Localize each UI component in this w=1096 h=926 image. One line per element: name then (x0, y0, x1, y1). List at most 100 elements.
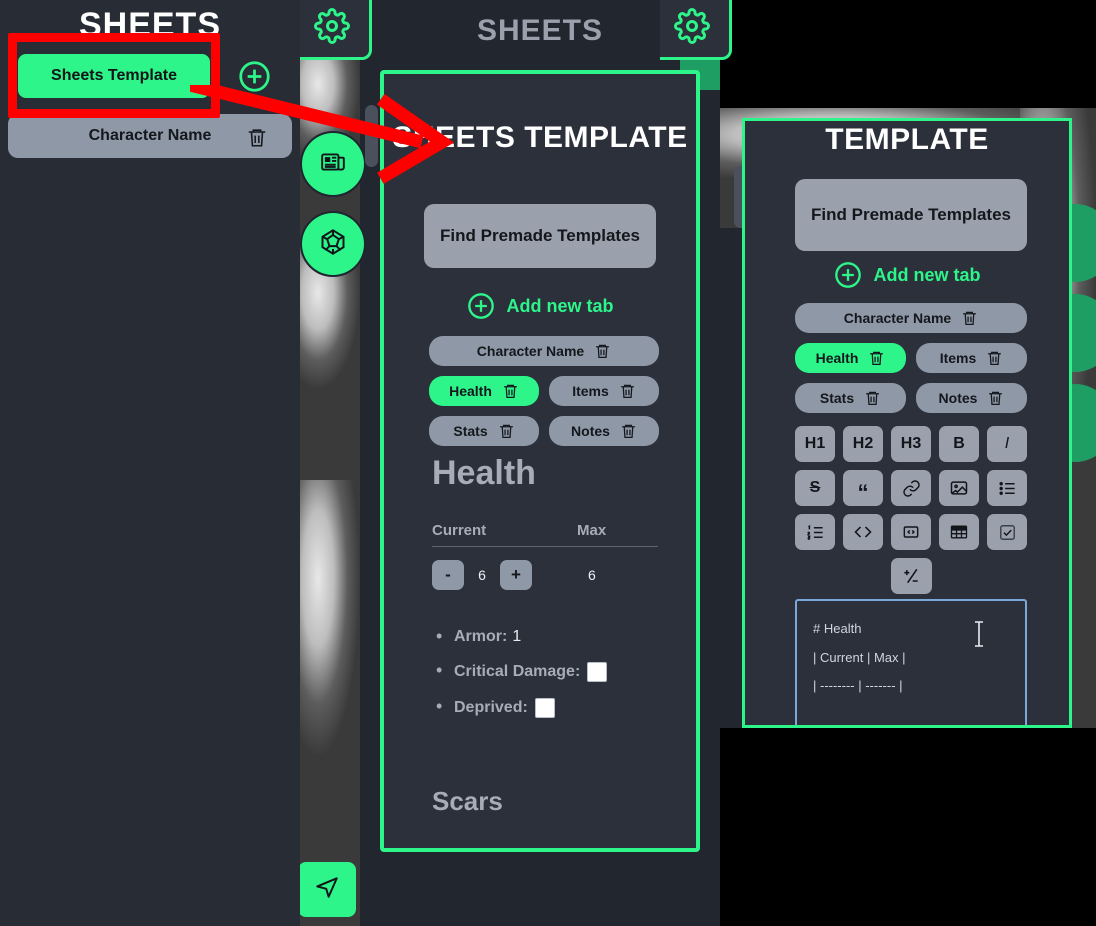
tab-label: Character Name (843, 310, 952, 326)
sheet-tab-stats[interactable]: Stats (795, 383, 906, 413)
attribute-label: Deprived (454, 699, 523, 716)
checkbox[interactable] (534, 698, 555, 718)
markdown-editor[interactable]: # Health | Current | Max | | -------- | … (795, 599, 1027, 725)
checkbox-icon[interactable] (987, 514, 1027, 550)
letterbox-top (720, 0, 1096, 108)
trash-icon[interactable] (961, 309, 978, 327)
tab-label: Stats (453, 423, 488, 439)
tab-list: Character Name Health Items Stats Notes (429, 336, 659, 456)
sheets-template-button[interactable]: Sheets Template (18, 54, 210, 98)
dice-nav-button[interactable] (302, 213, 364, 275)
right-sheet-card: TEMPLATE Find Premade Templates Add new … (742, 118, 1072, 728)
gear-icon[interactable] (674, 8, 710, 49)
toolbar-row (795, 514, 1027, 550)
editor-line: | -------- | ------- | (813, 678, 903, 694)
markdown-toolbar: H1 H2 H3 B I S “ (795, 426, 1027, 602)
background-photo (300, 480, 360, 926)
section-heading: Health (432, 454, 536, 492)
table-body-row: - 6 + 6 (432, 560, 658, 590)
current-value: 6 (478, 567, 486, 583)
sheet-tab-items[interactable]: Items (549, 376, 659, 406)
toolbar-row: S “ (795, 470, 1027, 506)
sheet-tab-health[interactable]: Health (795, 343, 906, 373)
send-icon (314, 874, 340, 905)
right-sheet-title: TEMPLATE (825, 123, 989, 156)
column-header-max: Max (577, 522, 607, 539)
sheet-tab-notes[interactable]: Notes (916, 383, 1027, 413)
image-icon[interactable] (939, 470, 979, 506)
plus-circle-icon (467, 292, 495, 320)
tab-label: Items (939, 350, 977, 366)
red-arrow (190, 85, 455, 184)
trash-icon[interactable] (868, 349, 885, 367)
sheet-tab-notes[interactable]: Notes (549, 416, 659, 446)
find-premade-templates-button[interactable]: Find Premade Templates (424, 204, 656, 268)
bold-icon[interactable]: B (939, 426, 979, 462)
text-cursor-icon (972, 620, 986, 648)
right-preview-column: TEMPLATE Find Premade Templates Add new … (720, 108, 1096, 728)
heading-2-icon[interactable]: H2 (843, 426, 883, 462)
settings-card[interactable] (660, 0, 732, 60)
add-new-tab-label: Add new tab (506, 295, 614, 316)
health-table: Current Max - 6 + 6 (432, 522, 658, 590)
send-button[interactable] (300, 862, 356, 917)
checkbox[interactable] (587, 662, 608, 682)
italic-icon[interactable]: I (987, 426, 1027, 462)
gear-icon[interactable] (314, 8, 350, 49)
table-header-row: Current Max (432, 522, 658, 547)
tab-label: Health (449, 383, 492, 399)
app-screenshot: SHEETS SHEETS TEMPLATE Find Premade Temp… (0, 0, 1096, 926)
list-item: Deprived: (432, 696, 672, 718)
tab-label: Health (815, 350, 859, 366)
sheet-tab-items[interactable]: Items (916, 343, 1027, 373)
sheet-tab-stats[interactable]: Stats (429, 416, 539, 446)
heading-1-icon[interactable]: H1 (795, 426, 835, 462)
trash-icon[interactable] (987, 389, 1004, 407)
column-header-current: Current (432, 522, 487, 539)
attribute-list: Armor: 1 Critical Damage: Deprived: (432, 626, 672, 734)
increment-button[interactable]: + (500, 560, 532, 590)
letterbox-bottom (720, 728, 1096, 926)
link-icon[interactable] (891, 470, 931, 506)
trash-icon[interactable] (986, 349, 1003, 367)
trash-icon[interactable] (619, 382, 636, 400)
tab-label: Items (572, 383, 609, 399)
tab-list: Character Name Health Items Stats Notes (795, 303, 1027, 423)
toolbar-row: H1 H2 H3 B I (795, 426, 1027, 462)
trash-icon[interactable] (594, 342, 611, 360)
blockquote-icon[interactable]: “ (843, 470, 883, 506)
inline-code-icon[interactable] (891, 514, 931, 550)
attribute-label: Armor (454, 628, 503, 645)
sheet-tab-health[interactable]: Health (429, 376, 539, 406)
numbered-list-icon[interactable] (795, 514, 835, 550)
decrement-button[interactable]: - (432, 560, 464, 590)
find-premade-templates-button[interactable]: Find Premade Templates (795, 179, 1027, 251)
trash-icon[interactable] (498, 422, 515, 440)
toolbar-row (795, 558, 1027, 594)
sheet-tab-character-name[interactable]: Character Name (429, 336, 659, 366)
add-new-tab-button[interactable]: Add new tab (745, 261, 1069, 289)
sheet-tab-character-name[interactable]: Character Name (795, 303, 1027, 333)
plus-circle-icon (834, 261, 862, 289)
code-icon[interactable] (843, 514, 883, 550)
list-item: Critical Damage: (432, 660, 672, 682)
bullet-list-icon[interactable] (987, 470, 1027, 506)
trash-icon[interactable] (620, 422, 637, 440)
strikethrough-icon[interactable]: S (795, 470, 835, 506)
add-new-tab-button[interactable]: Add new tab (384, 292, 696, 320)
attribute-value: 1 (512, 628, 522, 645)
add-new-tab-label: Add new tab (873, 264, 981, 285)
trash-icon[interactable] (864, 389, 881, 407)
trash-icon[interactable] (502, 382, 519, 400)
tab-label: Notes (571, 423, 610, 439)
table-icon[interactable] (939, 514, 979, 550)
plus-minus-icon[interactable] (890, 558, 932, 594)
max-value: 6 (588, 567, 596, 583)
attribute-label: Critical Damage (454, 663, 575, 680)
tab-label: Stats (819, 390, 855, 406)
d20-dice-icon (319, 228, 347, 261)
heading-3-icon[interactable]: H3 (891, 426, 931, 462)
tab-label: Notes (938, 390, 978, 406)
page-title: SHEETS (78, 6, 222, 44)
list-item: Armor: 1 (432, 626, 672, 647)
